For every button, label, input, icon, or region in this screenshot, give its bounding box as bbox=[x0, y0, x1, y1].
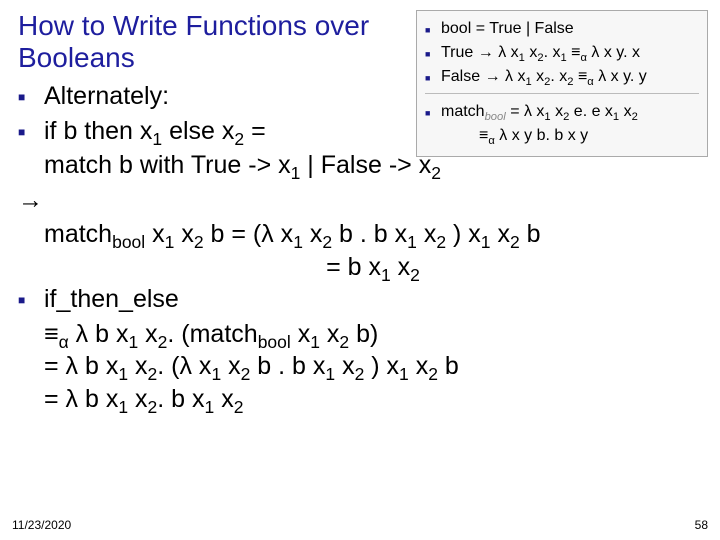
ite-line2: = λ b x1 x2. (λ x1 x2 b . b x1 x2 ) x1 x… bbox=[44, 350, 708, 383]
ite-line1: ≡α λ b x1 x2. (matchbool x1 x2 b) bbox=[44, 318, 708, 351]
ite-line3: = λ b x1 x2. b x1 x2 bbox=[44, 383, 708, 416]
bullet-icon: ■ bbox=[425, 65, 441, 89]
slide-footer: 11/23/2020 58 bbox=[12, 518, 708, 532]
inset-row-bool: ■ bool = True | False bbox=[425, 17, 699, 41]
inset-row-match2: ≡α λ x y b. b x y bbox=[479, 124, 699, 148]
bullet-icon: ■ bbox=[18, 283, 44, 316]
bullet-icon: ■ bbox=[18, 80, 44, 113]
matchbool-line2: = b x1 x2 bbox=[38, 251, 708, 284]
bullet-ite: ■ if_then_else bbox=[18, 283, 708, 316]
slide-title: How to Write Functions over Booleans bbox=[18, 10, 388, 74]
bullet-icon: ■ bbox=[425, 100, 441, 124]
matchbool-line1: matchbool x1 x2 b = (λ x1 x2 b . b x1 x2… bbox=[44, 218, 708, 251]
footer-date: 11/23/2020 bbox=[12, 518, 71, 532]
inset-row-match: ■ matchbool = λ x1 x2 e. e x1 x2 bbox=[425, 100, 699, 124]
inset-row-false: ■ False → λ x1 x2. x2 ≡α λ x y. y bbox=[425, 65, 699, 89]
bullet-icon: ■ bbox=[425, 41, 441, 65]
inset-row-true: ■ True → λ x1 x2. x1 ≡α λ x y. x bbox=[425, 41, 699, 65]
bullet-icon: ■ bbox=[425, 17, 441, 41]
inset-divider bbox=[425, 93, 699, 94]
reduces-arrow: → bbox=[18, 184, 708, 217]
bullet-icon: ■ bbox=[18, 115, 44, 148]
bullet-text: if_then_else bbox=[44, 283, 708, 316]
footer-page: 58 bbox=[695, 518, 708, 532]
definitions-inset: ■ bool = True | False ■ True → λ x1 x2. … bbox=[416, 10, 708, 157]
